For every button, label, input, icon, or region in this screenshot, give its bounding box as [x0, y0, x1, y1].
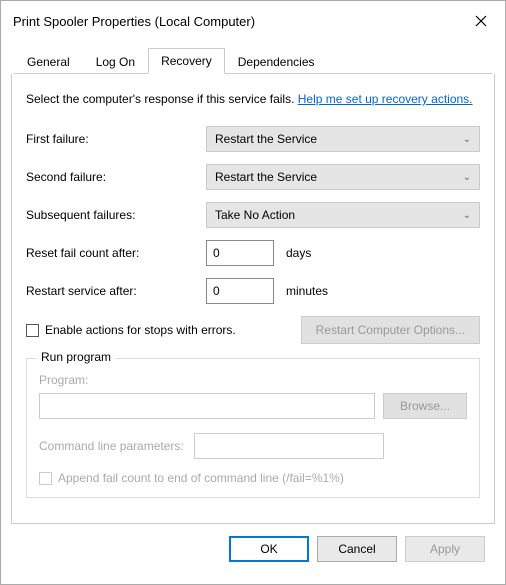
chevron-down-icon: ⌄ [463, 134, 471, 145]
titlebar: Print Spooler Properties (Local Computer… [1, 1, 505, 41]
append-checkbox [39, 472, 52, 485]
first-failure-row: First failure: Restart the Service ⌄ [26, 126, 480, 152]
recovery-panel: Select the computer's response if this s… [11, 74, 495, 524]
enable-actions-checkbox[interactable] [26, 324, 39, 337]
cmdline-row: Command line parameters: [39, 433, 467, 459]
close-button[interactable] [469, 9, 493, 33]
tab-dependencies[interactable]: Dependencies [225, 49, 328, 74]
reset-row: Reset fail count after: days [26, 240, 480, 266]
reset-days-input[interactable] [206, 240, 274, 266]
subsequent-failure-row: Subsequent failures: Take No Action ⌄ [26, 202, 480, 228]
run-program-fieldset: Run program Program: Browse... Command l… [26, 358, 480, 498]
apply-button: Apply [405, 536, 485, 562]
enable-actions-label: Enable actions for stops with errors. [45, 323, 236, 337]
cmdline-label: Command line parameters: [39, 439, 184, 453]
subsequent-failure-label: Subsequent failures: [26, 208, 206, 222]
intro-text: Select the computer's response if this s… [26, 90, 480, 108]
restart-minutes-input[interactable] [206, 278, 274, 304]
chevron-down-icon: ⌄ [463, 172, 471, 183]
dialog-body: General Log On Recovery Dependencies Sel… [1, 41, 505, 584]
browse-button: Browse... [383, 393, 467, 419]
run-program-legend: Run program [37, 350, 115, 364]
second-failure-row: Second failure: Restart the Service ⌄ [26, 164, 480, 190]
tab-recovery[interactable]: Recovery [148, 48, 225, 74]
restart-row: Restart service after: minutes [26, 278, 480, 304]
chevron-down-icon: ⌄ [463, 210, 471, 221]
minutes-unit: minutes [286, 284, 328, 298]
restart-label: Restart service after: [26, 284, 206, 298]
program-input [39, 393, 375, 419]
tab-logon[interactable]: Log On [83, 49, 148, 74]
cancel-button[interactable]: Cancel [317, 536, 397, 562]
tab-general[interactable]: General [14, 49, 83, 74]
intro-message: Select the computer's response if this s… [26, 92, 298, 106]
enable-actions-row: Enable actions for stops with errors. [26, 323, 236, 337]
options-row: Enable actions for stops with errors. Re… [26, 316, 480, 344]
second-failure-value: Restart the Service [215, 170, 317, 184]
properties-dialog: Print Spooler Properties (Local Computer… [0, 0, 506, 585]
append-row: Append fail count to end of command line… [39, 471, 467, 485]
first-failure-select[interactable]: Restart the Service ⌄ [206, 126, 480, 152]
window-title: Print Spooler Properties (Local Computer… [13, 14, 255, 29]
dialog-footer: OK Cancel Apply [11, 524, 495, 574]
second-failure-select[interactable]: Restart the Service ⌄ [206, 164, 480, 190]
append-label: Append fail count to end of command line… [58, 471, 344, 485]
tabstrip: General Log On Recovery Dependencies [14, 47, 492, 74]
restart-computer-options-button: Restart Computer Options... [301, 316, 480, 344]
days-unit: days [286, 246, 311, 260]
cmdline-input [194, 433, 384, 459]
subsequent-failure-value: Take No Action [215, 208, 295, 222]
first-failure-label: First failure: [26, 132, 206, 146]
help-link[interactable]: Help me set up recovery actions. [298, 92, 473, 106]
program-label: Program: [39, 373, 467, 387]
close-icon [475, 15, 487, 27]
ok-button[interactable]: OK [229, 536, 309, 562]
first-failure-value: Restart the Service [215, 132, 317, 146]
reset-label: Reset fail count after: [26, 246, 206, 260]
second-failure-label: Second failure: [26, 170, 206, 184]
program-input-row: Browse... [39, 393, 467, 419]
subsequent-failure-select[interactable]: Take No Action ⌄ [206, 202, 480, 228]
